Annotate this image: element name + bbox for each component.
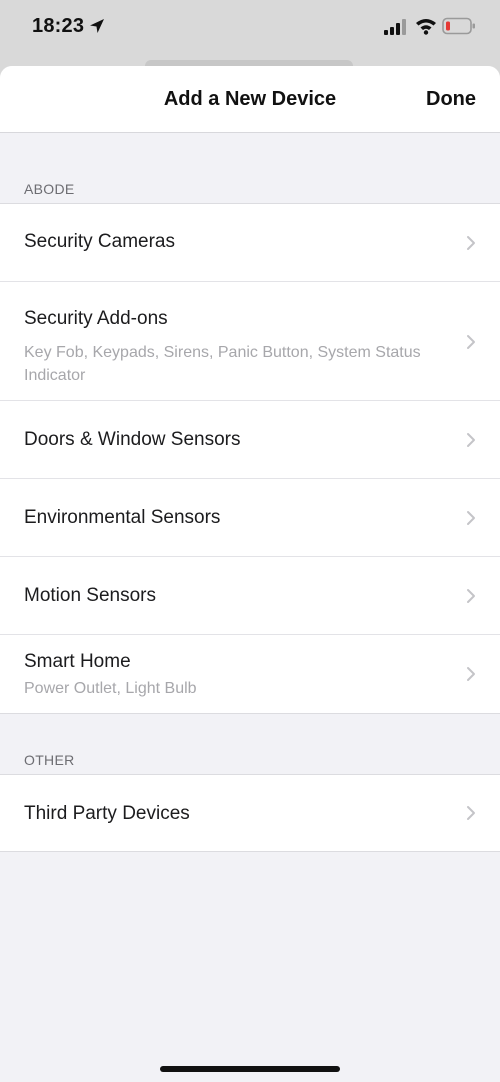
status-bar: 18:23 <box>0 0 500 60</box>
row-label: Environmental Sensors <box>24 507 221 528</box>
section-header-other: OTHER <box>24 752 75 768</box>
wifi-icon <box>416 19 436 35</box>
list-item-doors-window-sensors[interactable]: Doors & Window Sensors <box>0 401 500 479</box>
chevron-right-icon <box>467 806 475 820</box>
chevron-right-icon <box>467 589 475 603</box>
row-label: Doors & Window Sensors <box>24 429 241 450</box>
navigation-bar: Add a New Device Done <box>0 66 500 133</box>
chevron-right-icon <box>467 511 475 525</box>
chevron-right-icon <box>467 335 475 349</box>
list-item-smart-home[interactable]: Smart Home Power Outlet, Light Bulb <box>0 635 500 713</box>
status-time: 18:23 <box>32 15 85 37</box>
list-item-environmental-sensors[interactable]: Environmental Sensors <box>0 479 500 557</box>
chevron-right-icon <box>467 433 475 447</box>
other-device-list: Third Party Devices <box>0 774 500 852</box>
row-label: Third Party Devices <box>24 803 190 824</box>
row-label: Security Add-ons <box>24 308 168 329</box>
cellular-signal-icon <box>384 19 406 35</box>
row-label: Motion Sensors <box>24 585 157 606</box>
section-header-abode: ABODE <box>24 181 75 197</box>
chevron-right-icon <box>467 667 475 681</box>
battery-low-icon <box>442 17 475 35</box>
row-label: Security Cameras <box>24 231 175 252</box>
chevron-right-icon <box>467 236 475 250</box>
abode-device-list: Security Cameras Security Add-ons Key Fo… <box>0 203 500 714</box>
list-item-security-cameras[interactable]: Security Cameras <box>0 204 500 282</box>
done-button[interactable]: Done <box>426 88 476 111</box>
add-device-sheet: Add a New Device Done ABODE Security Cam… <box>0 66 500 1082</box>
list-item-security-add-ons[interactable]: Security Add-ons Key Fob, Keypads, Siren… <box>0 282 500 401</box>
row-label: Smart Home <box>24 651 131 672</box>
list-item-motion-sensors[interactable]: Motion Sensors <box>0 557 500 635</box>
row-subtitle: Key Fob, Keypads, Sirens, Panic Button, … <box>24 344 421 384</box>
home-indicator[interactable] <box>160 1066 340 1072</box>
list-item-third-party-devices[interactable]: Third Party Devices <box>0 775 500 851</box>
row-subtitle: Power Outlet, Light Bulb <box>24 680 197 697</box>
page-title: Add a New Device <box>163 88 337 110</box>
location-arrow-icon <box>90 19 104 33</box>
